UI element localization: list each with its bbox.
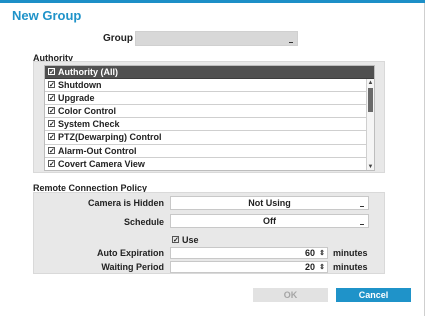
waiting-period-stepper[interactable]: 20 ⇕ [170, 261, 328, 273]
authority-item-label: Authority (All) [58, 67, 118, 77]
dropdown-icon [360, 224, 364, 225]
waiting-period-label: Waiting Period [101, 262, 164, 272]
authority-item-label: Alarm-Out Control [58, 145, 137, 156]
authority-item[interactable]: Shutdown [45, 79, 367, 93]
scroll-up-icon[interactable]: ▲ [367, 79, 374, 87]
authority-item-label: PTZ(Dewarping) Control [58, 132, 162, 143]
ok-button[interactable]: OK [253, 288, 328, 302]
authority-list[interactable]: Authority (All) Shutdown Upgrade Color C… [44, 65, 375, 171]
authority-item[interactable]: Color Control [45, 105, 367, 119]
authority-panel: Authority (All) Shutdown Upgrade Color C… [33, 61, 385, 173]
auto-expiration-label: Auto Expiration [97, 248, 164, 258]
checkbox-icon[interactable] [172, 236, 179, 243]
checkbox-icon[interactable] [48, 159, 55, 167]
auto-expiration-stepper[interactable]: 60 ⇕ [170, 247, 328, 259]
authority-item[interactable]: PTZ(Dewarping) Control [45, 131, 367, 145]
use-checkbox[interactable]: Use [172, 235, 199, 245]
camera-hidden-label: Camera is Hidden [87, 198, 164, 208]
authority-item-label: System Check [58, 119, 120, 130]
authority-item[interactable]: Upgrade [45, 92, 367, 106]
schedule-select[interactable]: Off [170, 214, 369, 228]
camera-hidden-value: Not Using [248, 198, 291, 208]
group-label: Group [103, 33, 133, 44]
authority-item-label: Shutdown [58, 80, 102, 91]
authority-item-label: Color Control [58, 106, 116, 117]
authority-item[interactable]: Covert Camera View [45, 158, 367, 170]
title-accent-bar [0, 0, 425, 3]
dropdown-icon [360, 206, 364, 207]
checkbox-icon[interactable] [48, 81, 55, 89]
group-name-field[interactable] [135, 31, 298, 46]
authority-item-label: Upgrade [58, 93, 95, 104]
auto-expiration-unit: minutes [333, 248, 368, 258]
schedule-label: Schedule [123, 217, 164, 227]
authority-item-all[interactable]: Authority (All) [45, 66, 374, 80]
checkbox-icon[interactable] [48, 146, 55, 154]
scroll-down-icon[interactable]: ▼ [367, 163, 374, 170]
checkbox-icon[interactable] [48, 133, 55, 141]
scroll-thumb[interactable] [368, 88, 373, 112]
waiting-period-value: 20 [304, 262, 315, 272]
cancel-button[interactable]: Cancel [336, 288, 411, 302]
checkbox-icon[interactable] [48, 68, 55, 75]
checkbox-icon[interactable] [48, 120, 55, 128]
spinner-icon[interactable]: ⇕ [319, 248, 325, 259]
camera-hidden-select[interactable]: Not Using [170, 196, 369, 210]
use-label: Use [182, 235, 199, 245]
authority-item[interactable]: Alarm-Out Control [45, 145, 367, 158]
spinner-icon[interactable]: ⇕ [319, 262, 325, 273]
waiting-period-unit: minutes [333, 262, 368, 272]
dialog-title: New Group [12, 8, 82, 23]
auto-expiration-value: 60 [304, 248, 315, 258]
checkbox-icon[interactable] [48, 94, 55, 102]
authority-scrollbar[interactable]: ▲ ▼ [366, 79, 374, 170]
checkbox-icon[interactable] [48, 107, 55, 115]
authority-item-label: Covert Camera View [58, 158, 145, 169]
dropdown-icon [289, 42, 293, 43]
authority-item[interactable]: System Check [45, 118, 367, 132]
schedule-value: Off [263, 216, 276, 226]
